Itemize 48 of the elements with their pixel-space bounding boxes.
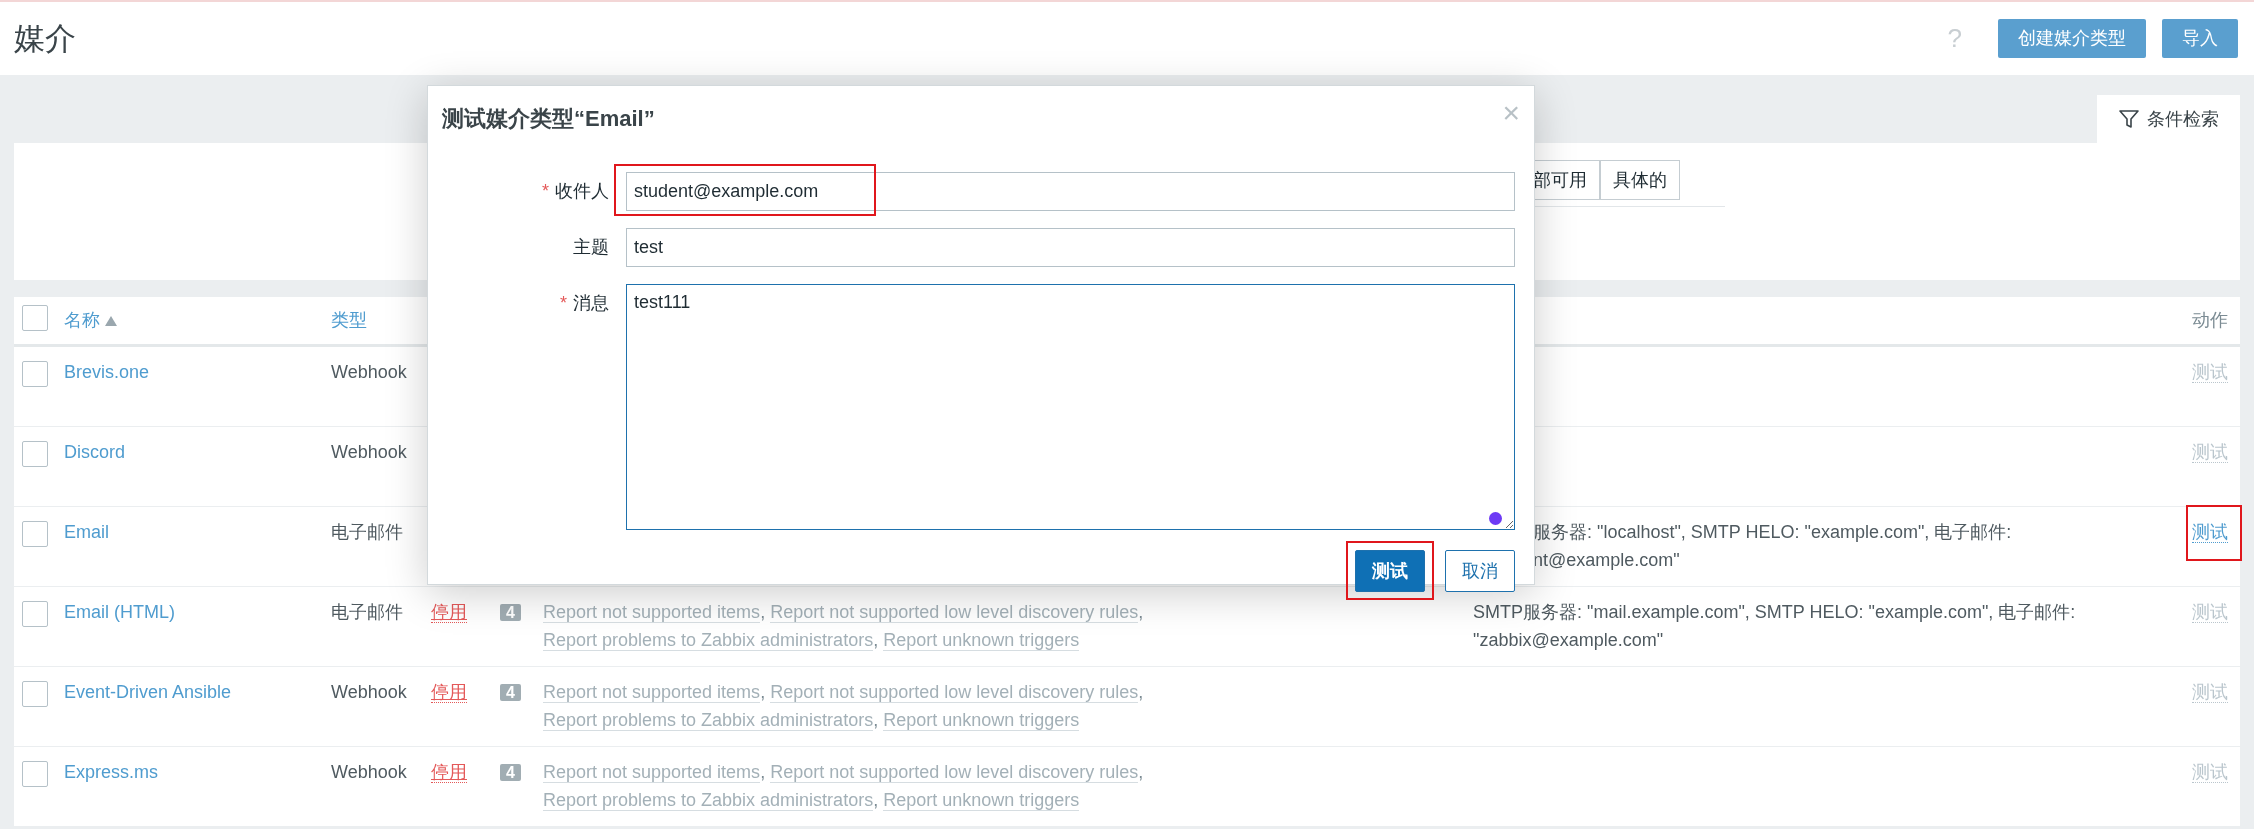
comma-separator: ,: [1138, 682, 1144, 702]
dialog-title: 测试媒介类型“Email”: [442, 106, 655, 133]
count-badge: 4: [500, 684, 521, 701]
import-button[interactable]: 导入: [2162, 19, 2238, 58]
required-mark: *: [560, 293, 567, 313]
count-badge: 4: [500, 764, 521, 781]
actions-column-header: 动作: [2192, 310, 2228, 330]
cancel-button[interactable]: 取消: [1445, 550, 1515, 592]
media-type: Webhook: [331, 442, 407, 462]
details-text: nt@example.com": [1533, 548, 1680, 572]
comma-separator: ,: [760, 602, 766, 622]
details-text: "zabbix@example.com": [1473, 628, 1664, 652]
filter-tab[interactable]: 条件检索: [2097, 95, 2240, 143]
type-column-header[interactable]: 类型: [331, 310, 367, 330]
media-type: 电子邮件: [331, 522, 403, 542]
message-textarea[interactable]: test111: [626, 284, 1515, 530]
segment-button[interactable]: 具体的: [1600, 160, 1680, 200]
page-title: 媒介: [14, 19, 76, 58]
count-badge: 4: [500, 604, 521, 621]
field-label: 消息: [573, 293, 609, 313]
input-field[interactable]: student@example.com: [626, 172, 1515, 211]
comma-separator: ,: [1138, 762, 1144, 782]
media-type: Webhook: [331, 362, 407, 382]
comma-separator: ,: [873, 789, 879, 810]
details-text: 服务器: "localhost", SMTP HELO: "example.com", 电子邮件:: [1533, 521, 2012, 544]
help-link[interactable]: ?: [1947, 19, 1962, 58]
comma-separator: ,: [1138, 602, 1144, 622]
test-button[interactable]: 测试: [1355, 550, 1425, 592]
details-text: SMTP服务器: "mail.example.com", SMTP HELO: "example.com", 电子邮件:: [1473, 601, 2076, 624]
row-checkbox[interactable]: [22, 521, 48, 547]
comma-separator: ,: [873, 629, 879, 650]
media-type: 电子邮件: [331, 602, 403, 622]
field-label: 收件人: [555, 181, 609, 201]
input-field[interactable]: test: [626, 228, 1515, 267]
select-all-checkbox[interactable]: [22, 304, 48, 331]
filter-icon: [2118, 109, 2139, 129]
name-column-header[interactable]: 名称: [64, 310, 100, 330]
create-media-type-button[interactable]: 创建媒介类型: [1998, 19, 2146, 58]
required-mark: *: [542, 181, 549, 201]
media-type: Webhook: [331, 682, 407, 702]
test-link[interactable]: 测试: [2192, 522, 2228, 543]
comma-separator: ,: [760, 762, 766, 782]
media-type: Webhook: [331, 762, 407, 782]
comma-separator: ,: [873, 709, 879, 730]
media-type-name[interactable]: Email: [64, 522, 109, 542]
field-label: 主题: [573, 237, 609, 257]
comma-separator: ,: [760, 682, 766, 702]
close-button[interactable]: ×: [1502, 90, 1520, 135]
